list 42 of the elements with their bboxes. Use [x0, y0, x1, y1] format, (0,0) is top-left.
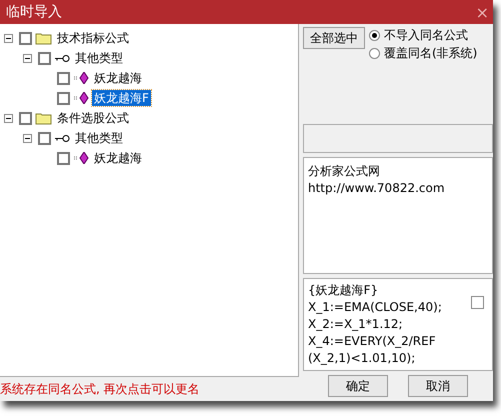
key-icon [54, 54, 70, 62]
diamond-icon [73, 92, 89, 104]
option-label: 不导入同名公式 [384, 27, 468, 44]
info-text: 分析家公式网 [308, 163, 381, 180]
status-message: 系统存在同名公式, 再次点击可以更名 [0, 380, 200, 398]
code-line: (X_2,1)<1.01,10); [308, 350, 416, 367]
checkbox[interactable] [57, 152, 70, 164]
dialog-button[interactable]: 取消 [408, 375, 468, 397]
code-line: {妖龙越海F} [308, 282, 380, 299]
tree-item[interactable]: 其他类型 [73, 50, 125, 66]
folder-icon [35, 32, 52, 44]
tree-item[interactable]: 其他类型 [73, 130, 125, 146]
select-all-button[interactable]: 全部选中 [303, 27, 365, 49]
key-icon [54, 134, 70, 142]
dialog-button[interactable]: 确定 [328, 375, 388, 397]
tree-item[interactable]: 妖龙越海F [92, 90, 151, 106]
code-line: X_4:=EVERY(X_2/REF [308, 333, 437, 350]
code-line: X_2:=X_1*1.12; [308, 316, 404, 333]
tree-item[interactable]: 条件选股公式 [55, 110, 131, 126]
option-label: 覆盖同名(非系统) [384, 45, 478, 62]
collapse-toggle[interactable] [4, 34, 13, 42]
collapse-toggle[interactable] [23, 54, 32, 62]
checkbox[interactable] [471, 296, 484, 309]
code-line: X_1:=EMA(CLOSE,40); [308, 299, 443, 316]
tree-item[interactable]: 技术指标公式 [55, 30, 131, 46]
diamond-icon [73, 72, 89, 84]
collapse-toggle[interactable] [23, 134, 32, 142]
tree-item[interactable]: 妖龙越海 [92, 70, 144, 86]
window-title: 临时导入 [6, 3, 62, 21]
folder-icon [35, 112, 52, 124]
checkbox[interactable] [19, 112, 32, 124]
checkbox[interactable] [57, 72, 70, 84]
radio-button[interactable] [369, 48, 380, 59]
diamond-icon [73, 152, 89, 164]
checkbox[interactable] [38, 52, 51, 64]
checkbox[interactable] [38, 132, 51, 144]
checkbox[interactable] [57, 92, 70, 104]
info-text: http://www.70822.com [308, 180, 446, 198]
collapse-toggle[interactable] [4, 114, 13, 122]
checkbox[interactable] [19, 32, 32, 44]
tree-item[interactable]: 妖龙越海 [92, 150, 144, 166]
radio-button[interactable] [369, 30, 380, 41]
